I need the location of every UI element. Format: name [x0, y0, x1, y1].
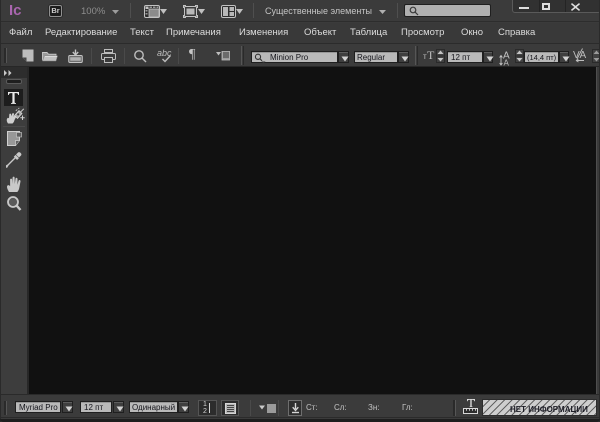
svg-text:A: A — [504, 59, 510, 67]
